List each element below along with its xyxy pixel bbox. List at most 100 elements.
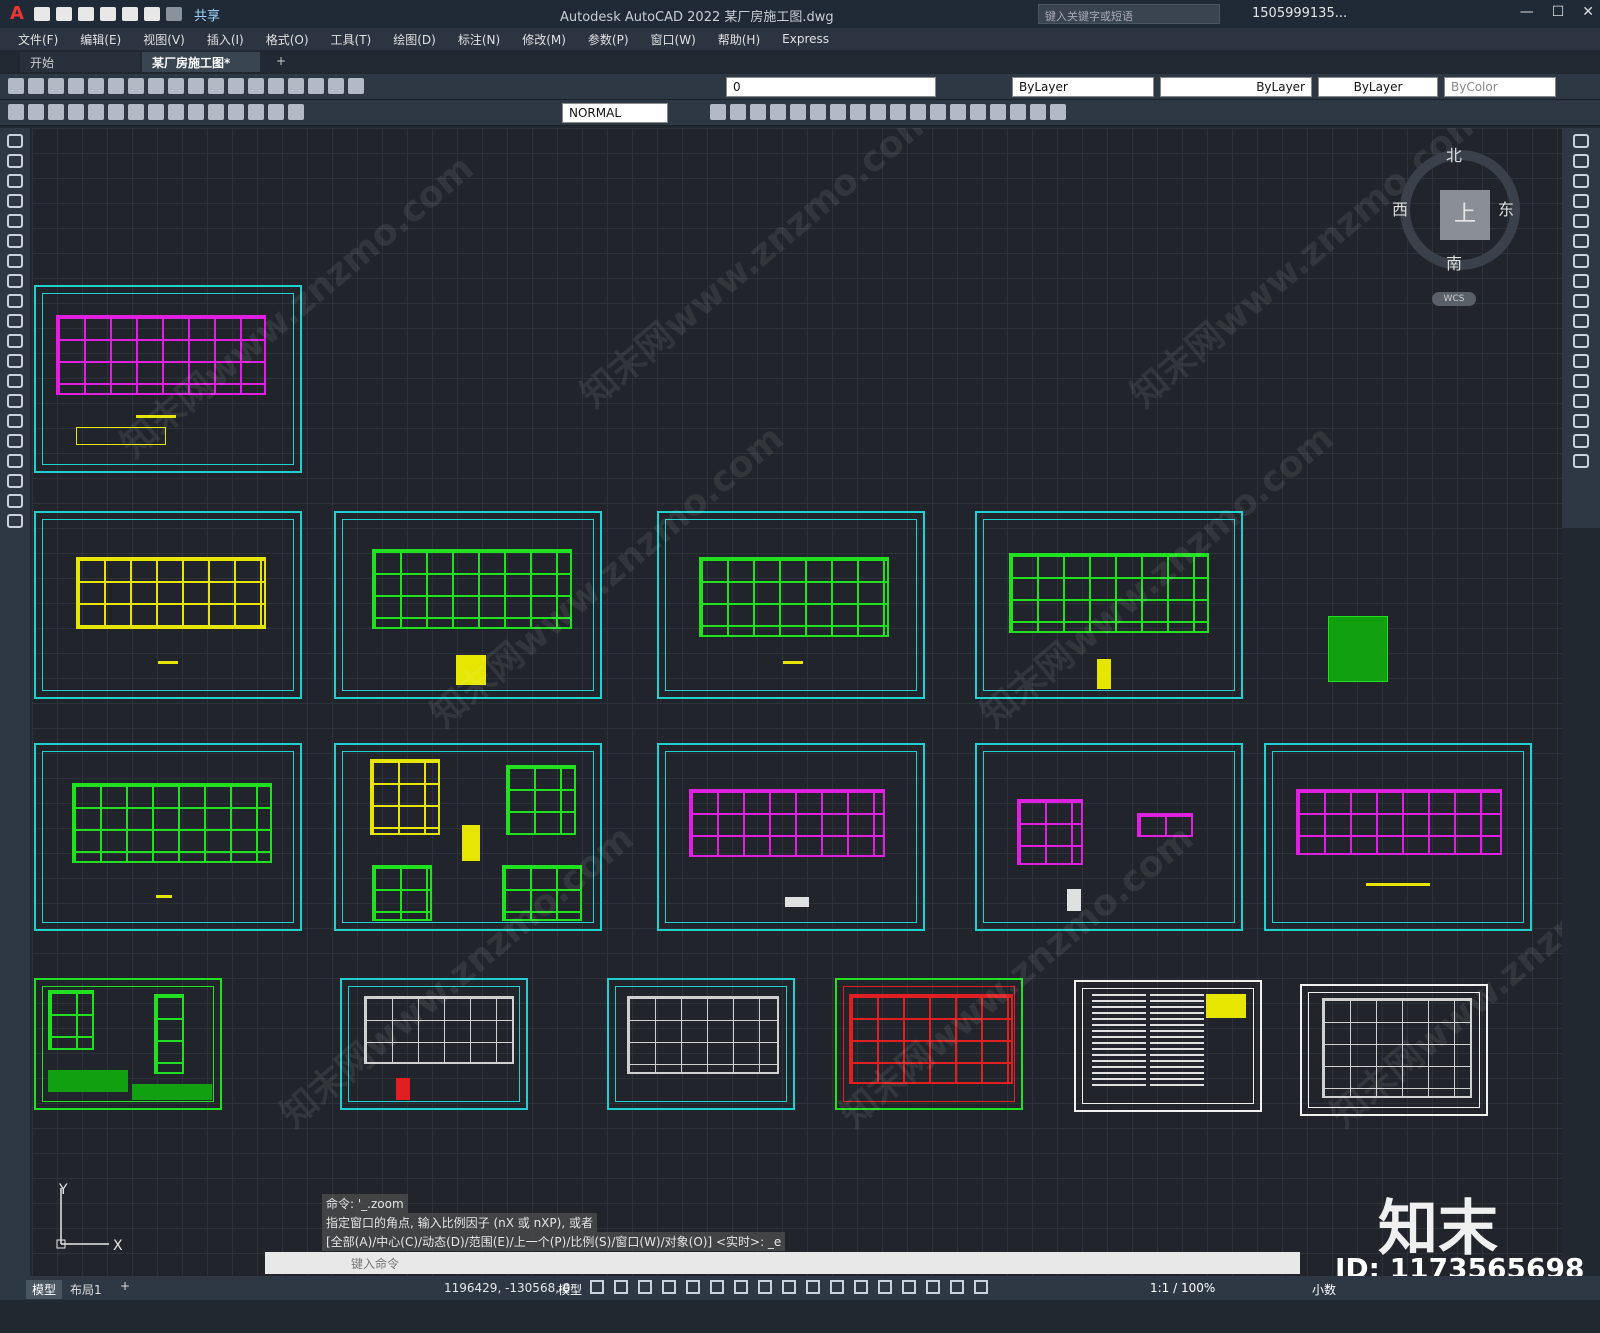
palettes-icon[interactable] [328,78,344,94]
cut-icon[interactable] [128,78,144,94]
preview-icon[interactable] [88,78,104,94]
copy-icon[interactable] [148,78,164,94]
match-icon[interactable] [188,78,204,94]
menu-draw[interactable]: 绘图(D) [393,31,436,48]
save-icon[interactable] [78,7,94,21]
gizmo-icon[interactable] [926,1280,940,1294]
ellipse-icon[interactable] [7,314,23,328]
menu-file[interactable]: 文件(F) [18,31,58,48]
new-icon[interactable] [34,7,50,21]
viewcube-north[interactable]: 北 [1446,142,1462,166]
copy-object-icon[interactable] [730,104,746,120]
ellipse-arc-icon[interactable] [7,334,23,348]
block-icon[interactable] [1030,104,1046,120]
infer-icon[interactable] [638,1280,652,1294]
redo-icon[interactable] [166,7,182,21]
angular-icon[interactable] [128,104,144,120]
osnap-tracking-icon[interactable] [734,1280,748,1294]
new-icon[interactable] [8,78,24,94]
region-icon[interactable] [7,454,23,468]
make-block-icon[interactable] [7,374,23,388]
rotate-icon[interactable] [830,104,846,120]
arc-icon[interactable] [7,234,23,248]
trim-icon[interactable] [1573,314,1589,328]
table-icon[interactable] [7,474,23,488]
snap-icon[interactable] [614,1280,628,1294]
linear-dim-icon[interactable] [8,104,24,120]
chamfer-icon[interactable] [970,104,986,120]
viewcube-west[interactable]: 西 [1392,196,1408,220]
grid-icon[interactable] [590,1280,604,1294]
command-line[interactable]: 键入命令 [265,1252,1300,1274]
inspect-icon[interactable] [268,104,284,120]
tab-start[interactable]: 开始 [20,52,140,72]
stretch-icon[interactable] [1573,294,1589,308]
menu-express[interactable]: Express [782,32,829,46]
transparency-icon[interactable] [806,1280,820,1294]
close-button[interactable]: ✕ [1582,4,1594,20]
selection-cycling-icon[interactable] [830,1280,844,1294]
explode-icon[interactable] [1573,454,1589,468]
radius-icon[interactable] [88,104,104,120]
line-icon[interactable] [7,134,23,148]
units-display[interactable]: 小数 [1312,1281,1336,1298]
paste-icon[interactable] [168,78,184,94]
zoom-icon[interactable] [268,78,284,94]
offset-icon[interactable] [1573,194,1589,208]
drawing-canvas[interactable]: 知末网www.znzmo.com 知末网www.znzmo.com 知末网www… [32,128,1562,1288]
chamfer-icon[interactable] [1573,394,1589,408]
plotstyle-select[interactable]: ByColor [1444,77,1556,97]
open-icon[interactable] [56,7,72,21]
copy-icon[interactable] [1573,154,1589,168]
properties-icon[interactable] [288,78,304,94]
mtext-icon[interactable] [7,494,23,508]
polar-icon[interactable] [686,1280,700,1294]
command-input[interactable]: 键入命令 [351,1255,399,1272]
add-layout-button[interactable]: + [120,1279,130,1293]
continue-icon[interactable] [188,104,204,120]
fillet-icon[interactable] [1573,414,1589,428]
erase-icon[interactable] [710,104,726,120]
menu-format[interactable]: 格式(O) [266,31,309,48]
leader-icon[interactable] [208,104,224,120]
blend-icon[interactable] [1573,434,1589,448]
linetype-select[interactable]: ByLayer [1160,77,1312,97]
circle-icon[interactable] [7,254,23,268]
rotate-icon[interactable] [1573,254,1589,268]
publish-icon[interactable] [108,78,124,94]
wcs-menu[interactable]: WCS [1432,292,1476,306]
coordinates-display[interactable]: 1196429, -130568, 0 [444,1281,570,1295]
selection-filter-icon[interactable] [902,1280,916,1294]
mirror-icon[interactable] [750,104,766,120]
explode-icon[interactable] [1010,104,1026,120]
point-icon[interactable] [7,394,23,408]
extend-icon[interactable] [1573,334,1589,348]
color-select[interactable]: ByLayer [1012,77,1154,97]
break-icon[interactable] [1573,354,1589,368]
quick-dim-icon[interactable] [148,104,164,120]
hatch-icon[interactable] [7,414,23,428]
offset-icon[interactable] [770,104,786,120]
gradient-icon[interactable] [7,434,23,448]
tab-layout1[interactable]: 布局1 [70,1281,102,1298]
menu-view[interactable]: 视图(V) [143,31,185,48]
fillet-icon[interactable] [990,104,1006,120]
undo-icon[interactable] [144,7,160,21]
maximize-button[interactable]: ☐ [1552,4,1565,20]
annotation-scale[interactable]: 1:1 / 100% [1150,1281,1215,1295]
share-button[interactable]: 共享 [194,5,220,24]
viewcube-south[interactable]: 南 [1446,250,1462,274]
scale-icon[interactable] [850,104,866,120]
pan-icon[interactable] [248,78,264,94]
search-input[interactable]: 键入关键字或短语 [1038,4,1220,24]
tolerance-icon[interactable] [228,104,244,120]
center-mark-icon[interactable] [248,104,264,120]
join-icon[interactable] [1573,374,1589,388]
lineweight-select[interactable]: ByLayer [1318,77,1438,97]
space-toggle[interactable]: 模型 [558,1281,582,1298]
rectangle-icon[interactable] [7,214,23,228]
menu-insert[interactable]: 插入(I) [207,31,244,48]
viewcube-east[interactable]: 东 [1498,196,1514,220]
revcloud-icon[interactable] [7,274,23,288]
help-icon[interactable] [348,78,364,94]
